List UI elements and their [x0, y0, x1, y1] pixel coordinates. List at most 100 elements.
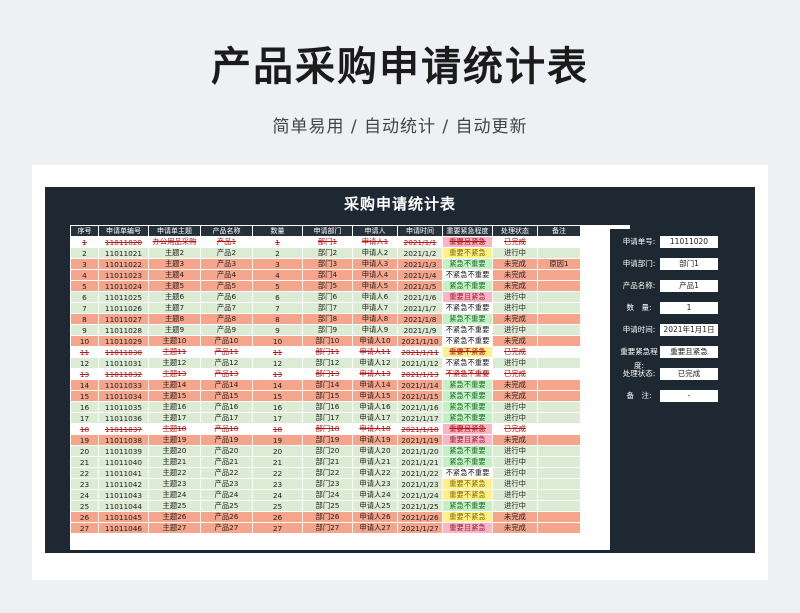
table-row[interactable]: 19 11011038 主题19 产品19 19 部门19 申请人19 2021/1/19 重要… [70, 434, 581, 446]
cell-subject: 主题5 [148, 280, 201, 292]
cell-seq: 17 [70, 412, 99, 424]
table-row[interactable]: 14 11011033 主题14 产品14 14 部门14 申请人14 2021/1/14 紧急… [70, 379, 581, 391]
table-row[interactable]: 8 11011027 主题8 产品8 8 部门8 申请人8 2021/1/8 紧急不重要 未完成 [70, 313, 581, 325]
cell-applicant: 申请人15 [352, 390, 398, 402]
cell-dept: 部门15 [302, 390, 353, 402]
cell-order-no: 11011036 [98, 412, 149, 424]
detail-label: 数 量: [626, 303, 652, 312]
cell-status: 进行中 [492, 324, 538, 336]
cell-qty: 4 [252, 269, 303, 281]
cell-dept: 部门25 [302, 500, 353, 512]
table-row[interactable]: 18 11011037 主题18 产品18 18 部门18 申请人18 2021/1/18 重要… [70, 423, 581, 435]
table-row[interactable]: 7 11011026 主题7 产品7 7 部门7 申请人7 2021/1/7 不紧急不重要 进行中 [70, 302, 581, 314]
cell-order-no: 11011042 [98, 478, 149, 490]
detail-row: 申请单号: 11011020 [614, 235, 746, 249]
detail-value-field[interactable]: 重要且紧急 [660, 346, 718, 358]
column-header-priority: 重要紧急程度 [442, 225, 493, 237]
detail-label: 处理状态: [622, 369, 656, 378]
cell-priority: 重要且紧急 [442, 434, 493, 446]
cell-product: 产品26 [200, 511, 253, 523]
table-row[interactable]: 10 11011029 主题10 产品10 10 部门10 申请人10 2021/1/10 不紧… [70, 335, 581, 347]
cell-qty: 3 [252, 258, 303, 270]
table-row[interactable]: 3 11011022 主题3 产品3 3 部门3 申请人3 2021/1/3 紧急不重要 未完成原… [70, 258, 581, 270]
table-row[interactable]: 24 11011043 主题24 产品24 24 部门24 申请人24 2021/1/24 重要… [70, 489, 581, 501]
cell-seq: 7 [70, 302, 99, 314]
cell-remark [537, 489, 581, 501]
cell-remark [537, 467, 581, 479]
table-row[interactable]: 6 11011025 主题6 产品6 6 部门6 申请人6 2021/1/6 重要且紧急 进行中 [70, 291, 581, 303]
cell-applicant: 申请人26 [352, 511, 398, 523]
cell-priority: 重要且紧急 [442, 423, 493, 435]
cell-product: 产品2 [200, 247, 253, 259]
table-row[interactable]: 2 11011021 主题2 产品2 2 部门2 申请人2 2021/1/2 重要不紧急 进行中 [70, 247, 581, 259]
table-row[interactable]: 13 11011032 主题13 产品13 13 部门13 申请人13 2021/1/13 不紧… [70, 368, 581, 380]
cell-qty: 20 [252, 445, 303, 457]
cell-remark [537, 379, 581, 391]
cell-status: 进行中 [492, 412, 538, 424]
cell-applicant: 申请人7 [352, 302, 398, 314]
table-row[interactable]: 16 11011035 主题16 产品16 16 部门16 申请人16 2021/1/16 紧急… [70, 401, 581, 413]
table-row[interactable]: 5 11011024 主题5 产品5 5 部门5 申请人5 2021/1/5 紧急不重要 未完成 [70, 280, 581, 292]
detail-value-field[interactable]: 部门1 [660, 258, 718, 270]
cell-order-no: 11011032 [98, 368, 149, 380]
detail-value-field[interactable]: 已完成 [660, 368, 718, 380]
cell-applicant: 申请人21 [352, 456, 398, 468]
detail-value-field[interactable]: 11011020 [660, 236, 718, 248]
cell-date: 2021/1/23 [397, 478, 443, 490]
cell-qty: 6 [252, 291, 303, 303]
table-row[interactable]: 9 11011028 主题9 产品9 9 部门9 申请人9 2021/1/9 不紧急不重要 进行中 [70, 324, 581, 336]
cell-dept: 部门21 [302, 456, 353, 468]
detail-value-field[interactable]: 产品1 [660, 280, 718, 292]
table-row[interactable]: 1 11011020 办公用品采购 产品1 1 部门1 申请人1 2021/1/1 重要且紧急已… [70, 236, 581, 248]
table-row[interactable]: 12 11011031 主题12 产品12 12 部门12 申请人12 2021/1/12 不紧… [70, 357, 581, 369]
detail-value-field[interactable]: 1 [660, 302, 718, 314]
table-row[interactable]: 20 11011039 主题20 产品20 20 部门20 申请人20 2021/1/20 紧急… [70, 445, 581, 457]
table-row[interactable]: 21 11011040 主题21 产品21 21 部门21 申请人21 2021/1/21 紧急… [70, 456, 581, 468]
cell-date: 2021/1/27 [397, 522, 443, 534]
detail-value-field[interactable]: 2021年1月1日 [660, 324, 718, 336]
cell-dept: 部门2 [302, 247, 353, 259]
table-row[interactable]: 11 11011030 主题11 产品11 11 部门11 申请人11 2021/1/11 重要… [70, 346, 581, 358]
cell-remark [537, 456, 581, 468]
cell-dept: 部门7 [302, 302, 353, 314]
cell-order-no: 11011033 [98, 379, 149, 391]
table-row[interactable]: 15 11011034 主题15 产品15 15 部门15 申请人15 2021/1/15 紧急… [70, 390, 581, 402]
cell-subject: 主题23 [148, 478, 201, 490]
detail-value-field[interactable]: - [660, 390, 718, 402]
cell-subject: 主题3 [148, 258, 201, 270]
table-row[interactable]: 27 11011046 主题27 产品27 27 部门27 申请人27 2021/1/27 重要… [70, 522, 581, 534]
cell-priority: 不紧急不重要 [442, 357, 493, 369]
cell-qty: 24 [252, 489, 303, 501]
table-row[interactable]: 23 11011042 主题23 产品23 23 部门23 申请人23 2021/1/23 重要… [70, 478, 581, 490]
cell-seq: 9 [70, 324, 99, 336]
cell-priority: 重要且紧急 [442, 236, 493, 248]
cell-dept: 部门4 [302, 269, 353, 281]
cell-remark [537, 247, 581, 259]
table-row[interactable]: 26 11011045 主题26 产品26 26 部门26 申请人26 2021/1/26 重要… [70, 511, 581, 523]
cell-date: 2021/1/14 [397, 379, 443, 391]
cell-dept: 部门24 [302, 489, 353, 501]
cell-status: 已完成 [492, 423, 538, 435]
cell-remark [537, 511, 581, 523]
column-header-order-no: 申请单编号 [98, 225, 149, 237]
cell-order-no: 11011024 [98, 280, 149, 292]
cell-date: 2021/1/24 [397, 489, 443, 501]
cell-seq: 8 [70, 313, 99, 325]
purchase-table: 序号 申请单编号 申请单主题 产品名称 数量 申请部门 申请人 申请时间 重要紧急程度 处理状态备… [70, 225, 581, 534]
cell-dept: 部门19 [302, 434, 353, 446]
cell-status: 未完成 [492, 280, 538, 292]
cell-date: 2021/1/19 [397, 434, 443, 446]
cell-order-no: 11011030 [98, 346, 149, 358]
table-row[interactable]: 25 11011044 主题25 产品25 25 部门25 申请人25 2021/1/25 紧急… [70, 500, 581, 512]
cell-seq: 27 [70, 522, 99, 534]
table-row[interactable]: 17 11011036 主题17 产品17 17 部门17 申请人17 2021/1/17 紧急… [70, 412, 581, 424]
cell-seq: 26 [70, 511, 99, 523]
table-area: 序号 申请单编号 申请单主题 产品名称 数量 申请部门 申请人 申请时间 重要紧急程度 处理状态备… [70, 225, 630, 550]
table-row[interactable]: 22 11011041 主题22 产品22 22 部门22 申请人22 2021/1/22 不紧… [70, 467, 581, 479]
sheet-title: 采购申请统计表 [343, 195, 456, 213]
cell-dept: 部门18 [302, 423, 353, 435]
cell-status: 未完成 [492, 313, 538, 325]
cell-product: 产品25 [200, 500, 253, 512]
cell-dept: 部门8 [302, 313, 353, 325]
table-row[interactable]: 4 11011023 主题4 产品4 4 部门4 申请人4 2021/1/4 不紧急不重要 未完成 [70, 269, 581, 281]
